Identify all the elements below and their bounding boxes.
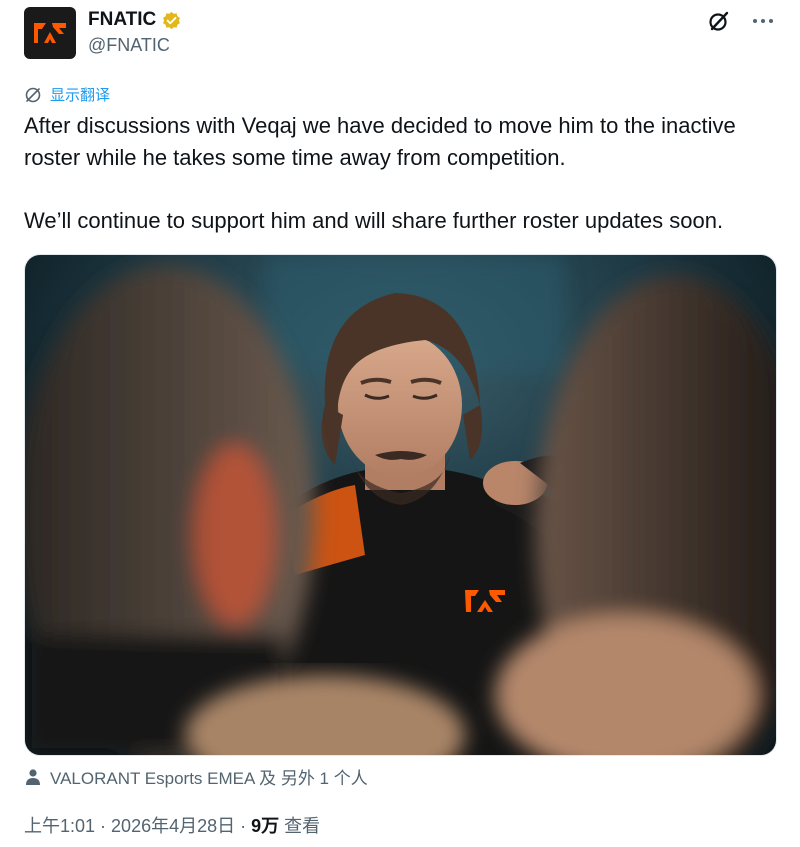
tweet-photo[interactable] (24, 254, 777, 756)
tweet-text: After discussions with Veqaj we have dec… (24, 110, 784, 236)
tweet-paragraph: We’ll continue to support him and will s… (24, 207, 724, 233)
more-options-button[interactable] (750, 8, 776, 34)
tweet-date[interactable]: 2026年4月28日 (111, 812, 235, 838)
grok-button[interactable] (706, 8, 732, 34)
tweet-paragraph: After discussions with Veqaj we have dec… (24, 113, 736, 170)
verified-badge-icon[interactable] (162, 11, 181, 30)
avatar[interactable] (24, 7, 76, 59)
show-translation-label: 显示翻译 (50, 87, 111, 104)
tagged-people-text: VALORANT Esports EMEA 及 另外 1 个人 (50, 769, 368, 788)
photo-image (25, 255, 776, 755)
views-label: 查看 (284, 816, 321, 836)
translate-globe-icon (25, 87, 41, 102)
views-count: 9万 (251, 816, 280, 836)
meta-separator: · (100, 816, 107, 836)
show-translation-link[interactable]: 显示翻译 (24, 84, 110, 105)
meta-separator: · (240, 816, 247, 836)
more-dots-icon (753, 19, 773, 23)
tweet-time[interactable]: 上午1:01 (24, 812, 95, 838)
author-handle[interactable]: @FNATIC (88, 35, 170, 56)
tweet-meta: 上午1:01 · 2026年4月28日 · 9万 查看 (24, 812, 320, 838)
tweet-top-actions (706, 8, 776, 34)
fnatic-logo-icon (34, 23, 66, 43)
person-icon (26, 768, 40, 785)
author-name-row: FNATIC (88, 9, 181, 31)
tagged-people[interactable]: VALORANT Esports EMEA 及 另外 1 个人 (24, 764, 368, 789)
author-display-name[interactable]: FNATIC (88, 9, 156, 31)
grok-icon (709, 11, 729, 31)
